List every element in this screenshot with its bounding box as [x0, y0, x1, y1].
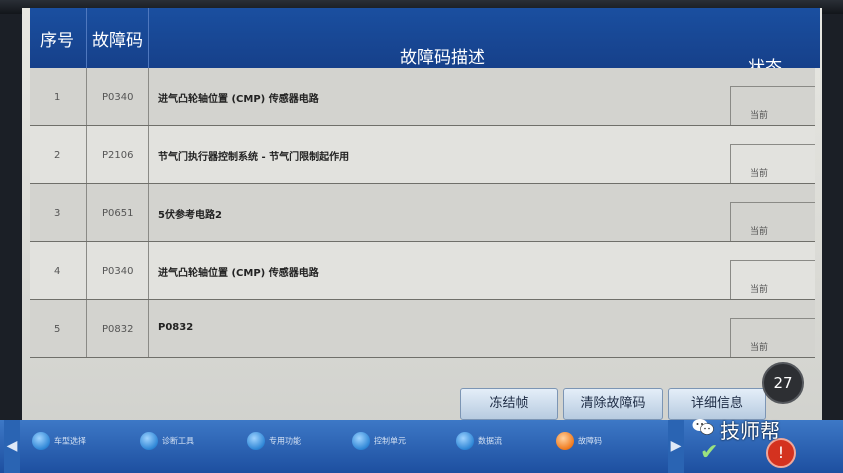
nav-item-special[interactable]: 专用功能: [247, 432, 301, 450]
nav-dot-icon: [352, 432, 370, 450]
nav-item-label: 控制单元: [374, 436, 406, 446]
row-code: P0340: [102, 266, 134, 277]
nav-dot-icon: [32, 432, 50, 450]
table-row[interactable]: 2 P2106 节气门执行器控制系统 - 节气门限制起作用 当前: [30, 126, 815, 184]
nav-dot-icon: [247, 432, 265, 450]
countdown-timer: 27: [762, 362, 804, 404]
nav-item-module[interactable]: 控制单元: [352, 432, 406, 450]
row-description: 进气凸轮轴位置 (CMP) 传感器电路: [158, 268, 319, 279]
clear-codes-button[interactable]: 清除故障码: [563, 388, 663, 420]
scroll-left-icon[interactable]: ◀: [4, 420, 20, 473]
cell-divider: [730, 260, 731, 299]
diagnostic-screen: 序号 故障码 故障码描述 状态 1 P0340 进气凸轮轴位置 (CMP) 传感…: [22, 8, 822, 473]
row-status: 当前: [750, 343, 769, 353]
cell-divider: [148, 300, 149, 357]
table-header: 序号 故障码 故障码描述 状态: [30, 8, 820, 78]
wechat-icon: [692, 419, 714, 435]
header-code: 故障码: [92, 31, 143, 51]
row-number: 4: [54, 266, 61, 277]
watermark: 技师帮: [692, 413, 842, 445]
cell-divider: [730, 144, 731, 183]
cell-divider: [730, 202, 731, 241]
row-code: P0651: [102, 208, 134, 219]
cell-divider: [730, 86, 731, 125]
scroll-right-icon[interactable]: ▶: [668, 420, 684, 473]
cell-divider: [730, 144, 815, 145]
cell-divider: [148, 242, 149, 299]
nav-item-tools[interactable]: 诊断工具: [140, 432, 194, 450]
cell-divider: [148, 184, 149, 241]
cell-divider: [86, 242, 87, 299]
cell-divider: [730, 318, 815, 319]
nav-item-dtc[interactable]: 故障码: [556, 432, 602, 450]
nav-dot-icon: [456, 432, 474, 450]
row-code: P0340: [102, 92, 134, 103]
table-row[interactable]: 5 P0832 P0832 当前: [30, 300, 815, 358]
row-number: 1: [54, 92, 61, 103]
cell-divider: [730, 202, 815, 203]
row-status: 当前: [750, 169, 769, 179]
nav-dot-icon: [556, 432, 574, 450]
cell-divider: [86, 68, 87, 125]
row-status: 当前: [750, 227, 769, 237]
nav-item-label: 数据流: [478, 436, 502, 446]
cell-divider: [86, 126, 87, 183]
nav-item-label: 车型选择: [54, 436, 86, 446]
cell-divider: [86, 184, 87, 241]
header-no: 序号: [40, 31, 74, 51]
dtc-table: 1 P0340 进气凸轮轴位置 (CMP) 传感器电路 当前 2 P2106 节…: [30, 68, 815, 358]
row-number: 3: [54, 208, 61, 219]
row-number: 2: [54, 150, 61, 161]
cell-divider: [148, 68, 149, 125]
nav-dot-icon: [140, 432, 158, 450]
watermark-text: 技师帮: [720, 419, 780, 443]
row-description: 节气门执行器控制系统 - 节气门限制起作用: [158, 152, 350, 163]
nav-item-data[interactable]: 数据流: [456, 432, 502, 450]
freeze-frame-button[interactable]: 冻结帧: [460, 388, 558, 420]
nav-item-label: 诊断工具: [162, 436, 194, 446]
cell-divider: [730, 86, 815, 87]
cell-divider: [730, 318, 731, 357]
row-description: 5伏参考电路2: [158, 210, 222, 221]
row-description: P0832: [158, 322, 194, 333]
table-row[interactable]: 3 P0651 5伏参考电路2 当前: [30, 184, 815, 242]
cell-divider: [86, 300, 87, 357]
header-divider: [86, 8, 87, 68]
row-code: P0832: [102, 324, 134, 335]
cell-divider: [148, 126, 149, 183]
nav-item-label: 故障码: [578, 436, 602, 446]
header-divider: [148, 8, 149, 68]
nav-item-vehicle[interactable]: 车型选择: [32, 432, 86, 450]
nav-item-label: 专用功能: [269, 436, 301, 446]
table-row[interactable]: 1 P0340 进气凸轮轴位置 (CMP) 传感器电路 当前: [30, 68, 815, 126]
header-description: 故障码描述: [400, 48, 485, 68]
row-code: P2106: [102, 150, 134, 161]
table-row[interactable]: 4 P0340 进气凸轮轴位置 (CMP) 传感器电路 当前: [30, 242, 815, 300]
row-description: 进气凸轮轴位置 (CMP) 传感器电路: [158, 94, 319, 105]
cell-divider: [730, 260, 815, 261]
row-status: 当前: [750, 111, 769, 121]
row-status: 当前: [750, 285, 769, 295]
row-number: 5: [54, 324, 61, 335]
